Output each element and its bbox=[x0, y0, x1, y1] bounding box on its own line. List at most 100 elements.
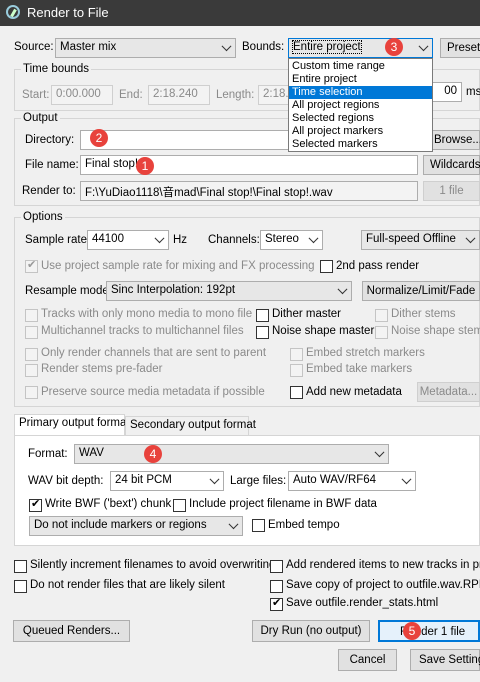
source-label: Source: bbox=[14, 41, 54, 53]
filename-label: File name: bbox=[25, 159, 79, 171]
embed-take-checkbox[interactable] bbox=[290, 364, 303, 377]
embed-stretch-label: Embed stretch markers bbox=[306, 347, 425, 359]
bounds-option-selected-markers[interactable]: Selected markers bbox=[289, 138, 432, 151]
dither-stems-label: Dither stems bbox=[391, 308, 456, 320]
save-stats-checkbox[interactable] bbox=[270, 596, 283, 611]
second-pass-checkbox[interactable] bbox=[320, 260, 333, 273]
silently-increment-checkbox[interactable] bbox=[14, 560, 27, 573]
add-rendered-items-label: Add rendered items to new tracks in proj… bbox=[286, 559, 480, 571]
channels-label: Channels: bbox=[208, 234, 260, 246]
add-metadata-label: Add new metadata bbox=[306, 386, 402, 398]
chevron-down-icon bbox=[374, 447, 385, 458]
embed-tempo-checkbox[interactable] bbox=[252, 519, 265, 532]
save-settings-button[interactable]: Save Settings bbox=[410, 649, 480, 671]
format-label: Format: bbox=[28, 448, 68, 460]
bounds-option-all-project-regions[interactable]: All project regions bbox=[289, 99, 432, 112]
tracks-mono-checkbox[interactable] bbox=[25, 309, 38, 322]
chevron-down-icon bbox=[228, 519, 239, 530]
options-title: Options bbox=[21, 211, 65, 223]
dither-master-label: Dither master bbox=[272, 308, 342, 320]
source-value: Master mix bbox=[60, 41, 117, 53]
render-stems-prefader-label: Render stems pre-fader bbox=[41, 363, 163, 375]
bounds-option-time-selection[interactable]: Time selection bbox=[289, 86, 432, 99]
chevron-down-icon bbox=[154, 233, 165, 244]
dry-run-button[interactable]: Dry Run (no output) bbox=[252, 620, 370, 642]
do-not-render-silent-checkbox[interactable] bbox=[14, 580, 27, 593]
noise-shape-master-checkbox[interactable] bbox=[256, 326, 269, 339]
large-files-select[interactable]: Auto WAV/RF64 bbox=[288, 471, 416, 491]
only-render-channels-checkbox[interactable] bbox=[25, 348, 38, 361]
resample-mode-select[interactable]: Sinc Interpolation: 192pt bbox=[106, 281, 352, 301]
annotation-badge-2: 2 bbox=[90, 129, 108, 147]
channels-select[interactable]: Stereo bbox=[260, 230, 323, 250]
noise-shape-stems-checkbox[interactable] bbox=[375, 326, 388, 339]
ms-unit-label: ms bbox=[466, 86, 480, 98]
filename-field[interactable]: Final stop! bbox=[80, 155, 418, 175]
presets-button[interactable]: Presets bbox=[440, 38, 480, 58]
reaper-app-icon bbox=[6, 5, 20, 19]
add-metadata-checkbox[interactable] bbox=[290, 386, 303, 399]
embed-take-label: Embed take markers bbox=[306, 363, 413, 375]
resample-mode-label: Resample mode: bbox=[25, 285, 112, 297]
bounds-select[interactable]: Entire project bbox=[288, 38, 433, 58]
chevron-down-icon bbox=[465, 233, 476, 244]
only-render-channels-label: Only render channels that are sent to pa… bbox=[41, 347, 267, 359]
save-copy-checkbox[interactable] bbox=[270, 580, 283, 593]
format-select[interactable]: WAV bbox=[74, 444, 389, 464]
do-not-render-silent-label: Do not render files that are likely sile… bbox=[30, 579, 225, 591]
render-stems-prefader-checkbox[interactable] bbox=[25, 364, 38, 377]
noise-shape-master-label: Noise shape master bbox=[272, 325, 375, 337]
start-time-field[interactable]: 0:00.000 bbox=[51, 85, 113, 105]
use-project-rate-checkbox[interactable] bbox=[25, 258, 38, 273]
write-bwf-checkbox[interactable] bbox=[29, 497, 42, 512]
queued-renders-button[interactable]: Queued Renders... bbox=[13, 620, 130, 642]
file-count-button[interactable]: 1 file bbox=[423, 181, 480, 201]
metadata-button[interactable]: Metadata... bbox=[417, 382, 480, 402]
chevron-down-icon bbox=[401, 474, 412, 485]
bounds-option-custom-time-range[interactable]: Custom time range bbox=[289, 60, 432, 73]
chevron-down-icon bbox=[418, 41, 429, 52]
sample-rate-select[interactable]: 44100 bbox=[87, 230, 169, 250]
wav-bit-depth-value: 24 bit PCM bbox=[115, 474, 172, 486]
dither-master-checkbox[interactable] bbox=[256, 309, 269, 322]
bounds-option-all-project-markers[interactable]: All project markers bbox=[289, 125, 432, 138]
wildcards-button[interactable]: Wildcards bbox=[423, 155, 480, 175]
window-title: Render to File bbox=[27, 5, 109, 20]
add-rendered-items-checkbox[interactable] bbox=[270, 560, 283, 573]
length-label: Length: bbox=[216, 89, 255, 101]
dither-stems-checkbox[interactable] bbox=[375, 309, 388, 322]
annotation-badge-5: 5 bbox=[403, 622, 421, 640]
render-button[interactable]: Render 1 file bbox=[378, 620, 480, 642]
bounds-option-selected-regions[interactable]: Selected regions bbox=[289, 112, 432, 125]
include-filename-checkbox[interactable] bbox=[173, 499, 186, 512]
tab-secondary-output-format[interactable]: Secondary output format bbox=[125, 416, 256, 436]
end-time-field[interactable]: 2:18.240 bbox=[148, 85, 210, 105]
resample-mode-value: Sinc Interpolation: 192pt bbox=[111, 284, 236, 296]
bounds-option-entire-project[interactable]: Entire project bbox=[289, 73, 432, 86]
render-speed-select[interactable]: Full-speed Offline bbox=[361, 230, 480, 250]
use-project-rate-label: Use project sample rate for mixing and F… bbox=[41, 260, 315, 272]
embed-stretch-checkbox[interactable] bbox=[290, 348, 303, 361]
tracks-mono-label: Tracks with only mono media to mono file bbox=[41, 308, 253, 320]
render-speed-value: Full-speed Offline bbox=[366, 233, 456, 245]
markers-regions-select[interactable]: Do not include markers or regions bbox=[29, 516, 243, 536]
format-value: WAV bbox=[79, 447, 104, 459]
normalize-button[interactable]: Normalize/Limit/Fade bbox=[362, 281, 480, 301]
tab-primary-output-format[interactable]: Primary output format bbox=[14, 414, 130, 436]
sample-rate-value: 44100 bbox=[92, 233, 124, 245]
markers-regions-value: Do not include markers or regions bbox=[34, 519, 207, 531]
preserve-metadata-checkbox[interactable] bbox=[25, 386, 38, 399]
render-to-path: F:\YuDiao1118\音mad\Final stop!\Final sto… bbox=[80, 181, 418, 201]
chevron-down-icon bbox=[308, 233, 319, 244]
source-select[interactable]: Master mix bbox=[55, 38, 236, 58]
browse-button[interactable]: Browse... bbox=[430, 130, 480, 150]
multichannel-checkbox[interactable] bbox=[25, 326, 38, 339]
directory-label: Directory: bbox=[25, 134, 75, 146]
wav-bit-depth-label: WAV bit depth: bbox=[28, 475, 104, 487]
silently-increment-label: Silently increment filenames to avoid ov… bbox=[30, 559, 276, 571]
hz-label: Hz bbox=[173, 234, 188, 246]
annotation-badge-1: 1 bbox=[136, 157, 154, 175]
cancel-button[interactable]: Cancel bbox=[338, 649, 397, 671]
annotation-badge-4: 4 bbox=[144, 445, 162, 463]
wav-bit-depth-select[interactable]: 24 bit PCM bbox=[110, 471, 224, 491]
